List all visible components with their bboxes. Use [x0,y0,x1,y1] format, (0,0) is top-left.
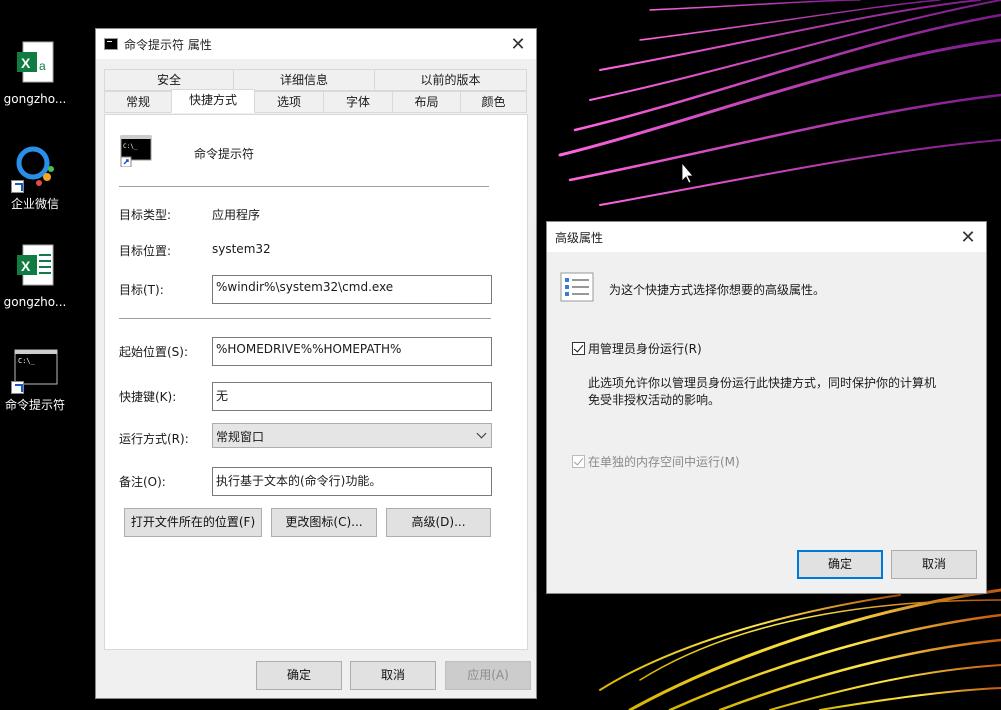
target-input[interactable]: %windir%\system32\cmd.exe [212,275,492,304]
close-icon[interactable]: ✕ [950,222,986,252]
advanced-properties-dialog: 高级属性 ✕ 为这个快捷方式选择你想要的高级属性。 用管理员身份运行(R) 此选… [546,221,987,594]
apply-button[interactable]: 应用(A) [445,661,531,690]
svg-text:X: X [21,258,31,274]
properties-list-icon [560,272,594,302]
tab-details[interactable]: 详细信息 [233,69,375,91]
hotkey-input[interactable]: 无 [212,382,492,411]
close-icon[interactable]: ✕ [500,29,536,59]
run-select-value: 常规窗口 [216,430,265,444]
svg-text:a: a [39,59,46,73]
dialog-title: 高级属性 [555,230,604,245]
open-file-location-button[interactable]: 打开文件所在的位置(F) [124,508,262,537]
window-title: 命令提示符 属性 [124,37,212,52]
admin-note-line2: 免受非授权活动的影响。 [588,393,721,407]
shortcut-arrow-icon [11,381,24,394]
tab-font[interactable]: 字体 [323,91,393,113]
desktop-icon-label: gongzho... [3,92,67,106]
properties-window: 命令提示符 属性 ✕ 安全 详细信息 以前的版本 常规 快捷方式 选项 字体 布… [95,28,537,699]
chevron-down-icon [476,428,487,439]
advanced-button[interactable]: 高级(D)... [386,508,491,537]
tab-security[interactable]: 安全 [104,69,234,91]
comment-input[interactable]: 执行基于文本的(命令行)功能。 [212,467,492,496]
shortcut-arrow-icon [11,180,24,193]
app-name: 命令提示符 [194,147,255,161]
run-as-admin-label[interactable]: 用管理员身份运行(R) [588,340,702,357]
desktop-icon-label: 企业微信 [10,197,59,211]
cmd-icon [104,38,118,50]
desktop-icon-wecom[interactable]: 企业微信 [0,145,70,212]
separate-memory-checkbox [572,455,585,468]
comment-label: 备注(O): [119,475,166,489]
desktop-icon-excel-1[interactable]: X a gongzho... [0,40,70,107]
cmd-icon: C:\_ [120,135,152,168]
svg-text:C:\_: C:\_ [123,143,138,150]
admin-note-line1: 此选项允许你以管理员身份运行此快捷方式，同时保护你的计算机 [588,376,937,390]
separate-memory-label: 在单独的内存空间中运行(M) [588,455,740,469]
properties-titlebar[interactable]: 命令提示符 属性 ✕ [96,29,536,59]
desktop-icon-cmd[interactable]: C:\_ 命令提示符 [0,346,70,413]
svg-text:X: X [21,55,31,71]
tab-strip: 安全 详细信息 以前的版本 常规 快捷方式 选项 字体 布局 颜色 [104,69,528,115]
tab-shortcut[interactable]: 快捷方式 [171,89,255,113]
shortcut-tab-panel: C:\_ 命令提示符 目标类型: 应用程序 目标位置: system32 目标(… [104,114,528,650]
divider [119,186,489,187]
svg-text:C:\_: C:\_ [18,357,36,365]
target-type-value: 应用程序 [212,208,261,222]
cmd-icon: C:\_ [11,346,59,394]
target-label: 目标(T): [119,283,164,297]
tab-colors[interactable]: 颜色 [460,91,527,113]
start-in-input[interactable]: %HOMEDRIVE%%HOMEPATH% [212,337,492,366]
excel-icon: X [11,243,59,291]
divider [119,318,491,319]
change-icon-button[interactable]: 更改图标(C)... [271,508,377,537]
tab-general[interactable]: 常规 [104,91,172,113]
hotkey-label: 快捷键(K): [119,390,177,404]
run-select[interactable]: 常规窗口 [212,423,492,448]
target-location-value: system32 [212,242,271,256]
dialog-description: 为这个快捷方式选择你想要的高级属性。 [609,283,826,297]
desktop-icon-label: gongzho... [3,295,67,309]
tab-options[interactable]: 选项 [254,91,324,113]
cancel-button[interactable]: 取消 [350,661,436,690]
ok-button[interactable]: 确定 [797,550,883,579]
desktop-icon-excel-2[interactable]: X gongzho... [0,243,70,310]
cancel-button[interactable]: 取消 [891,550,977,579]
target-location-label: 目标位置: [119,244,172,258]
ok-button[interactable]: 确定 [256,661,342,690]
tab-layout[interactable]: 布局 [392,91,461,113]
advanced-titlebar[interactable]: 高级属性 ✕ [547,222,986,252]
tab-previous-versions[interactable]: 以前的版本 [374,69,527,91]
excel-icon: X a [11,40,59,88]
run-as-admin-checkbox[interactable] [572,342,585,355]
run-label: 运行方式(R): [119,432,189,446]
wecom-icon [11,145,59,193]
target-type-label: 目标类型: [119,208,172,222]
start-in-label: 起始位置(S): [119,345,189,359]
desktop-icon-label: 命令提示符 [4,398,65,412]
